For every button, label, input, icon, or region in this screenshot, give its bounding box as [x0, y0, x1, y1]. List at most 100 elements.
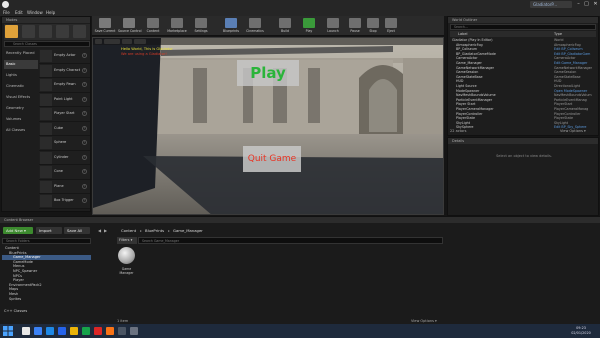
asset-tile[interactable]: Game Manager: [117, 247, 136, 277]
place-item-plane[interactable]: Plane?: [39, 179, 90, 194]
cpp-classes-folder[interactable]: C++ Classes: [4, 309, 27, 313]
help-icon[interactable]: ?: [82, 125, 87, 131]
place-item-cylinder[interactable]: Cylinder?: [39, 150, 90, 165]
perspective-button[interactable]: [104, 39, 120, 44]
cinematics-button[interactable]: Cinematics: [244, 17, 266, 35]
content-button[interactable]: Content: [142, 17, 164, 35]
place-item-empty-charact[interactable]: Empty Charact?: [39, 63, 90, 78]
landscape-mode-icon[interactable]: [39, 25, 52, 38]
taskbar-app-icon[interactable]: [70, 327, 78, 335]
category-all-classes[interactable]: All Classes: [4, 126, 38, 135]
content-browser-tab[interactable]: Content Browser: [0, 217, 600, 223]
outliner-search-input[interactable]: Search...: [450, 24, 596, 30]
play-button[interactable]: Play: [298, 17, 320, 35]
category-volumes[interactable]: Volumes: [4, 115, 38, 124]
path-game-manager[interactable]: Game_Manager: [173, 228, 203, 233]
help-icon[interactable]: ?: [82, 82, 87, 87]
eject-button[interactable]: Eject: [380, 17, 402, 35]
maximize-icon[interactable]: □: [582, 0, 591, 9]
windows-start-icon[interactable]: [3, 326, 13, 336]
foliage-mode-icon[interactable]: [56, 25, 69, 38]
viewport-options-button[interactable]: [95, 39, 102, 44]
taskbar-clock[interactable]: 09:23 02/01/2020: [566, 326, 596, 335]
details-tab[interactable]: Details: [448, 138, 598, 144]
modes-tab[interactable]: Modes: [2, 17, 90, 23]
folder-sprites[interactable]: Sprites: [2, 297, 91, 302]
taskbar-app-icon[interactable]: [34, 327, 42, 335]
filters-button[interactable]: Filters ▾: [117, 237, 137, 244]
close-icon[interactable]: ✕: [591, 0, 600, 9]
help-icon[interactable]: ?: [82, 169, 87, 174]
geometry-mode-icon[interactable]: [73, 25, 86, 38]
menu-edit[interactable]: Edit: [15, 10, 23, 15]
outliner-row-label: Gladiator (Play In Editor): [452, 38, 493, 42]
folder-search-input[interactable]: Search Folders: [2, 238, 91, 244]
place-item-empty-actor[interactable]: Empty Actor?: [39, 49, 90, 64]
help-icon[interactable]: ?: [82, 53, 87, 58]
help-icon[interactable]: ?: [82, 198, 87, 203]
launch-button[interactable]: Launch: [322, 17, 344, 35]
add-new-button[interactable]: Add New ▾: [3, 227, 33, 234]
category-visual-effects[interactable]: Visual Effects: [4, 93, 38, 102]
show-button[interactable]: [134, 39, 146, 44]
help-icon[interactable]: ?: [82, 96, 87, 102]
place-item-cube[interactable]: Cube?: [39, 121, 90, 136]
category-basic[interactable]: Basic: [4, 60, 38, 69]
path-blueprints[interactable]: BluePrints: [145, 228, 164, 233]
outliner-view-options[interactable]: View Options ▾: [560, 129, 586, 133]
play-game-button[interactable]: Play: [237, 60, 299, 86]
settings-button[interactable]: Settings: [190, 17, 212, 35]
source-control-button[interactable]: Source Control: [118, 17, 141, 35]
project-name-tab[interactable]: GladiatorP...: [530, 1, 572, 8]
taskbar-app-icon[interactable]: [82, 327, 90, 335]
help-icon[interactable]: ?: [82, 67, 87, 73]
category-cinematic[interactable]: Cinematic: [4, 82, 38, 91]
cb-view-options[interactable]: View Options ▾: [411, 319, 437, 323]
help-icon[interactable]: ?: [82, 140, 87, 145]
taskbar-app-icon[interactable]: [58, 327, 66, 335]
unreal-logo-icon[interactable]: [2, 1, 9, 8]
category-lights[interactable]: Lights: [4, 71, 38, 80]
category-recently-placed[interactable]: Recently Placed: [4, 49, 38, 58]
place-item-cone[interactable]: Cone?: [39, 165, 90, 180]
back-icon[interactable]: ◀: [98, 228, 101, 233]
path-content[interactable]: Content: [121, 228, 136, 233]
world-outliner-tab[interactable]: World Outliner: [448, 17, 598, 23]
label-column-header[interactable]: Label: [458, 31, 467, 37]
taskbar-app-icon[interactable]: [22, 327, 30, 335]
place-item-label: Sphere: [54, 140, 67, 144]
taskbar-app-icon[interactable]: [94, 327, 102, 335]
forward-icon[interactable]: ▶: [104, 228, 107, 233]
lit-button[interactable]: [122, 39, 132, 44]
taskbar-app-icon[interactable]: [130, 327, 138, 335]
help-icon[interactable]: ?: [82, 154, 87, 160]
save-all-button[interactable]: Save All: [64, 227, 90, 234]
asset-search-input[interactable]: Search Game_Manager: [138, 237, 443, 244]
build-button[interactable]: Build: [274, 17, 296, 35]
taskbar-app-icon[interactable]: [118, 327, 126, 335]
type-column-header[interactable]: Type: [554, 31, 562, 37]
place-mode-icon[interactable]: [5, 25, 18, 38]
menu-window[interactable]: Window: [27, 10, 43, 15]
menu-help[interactable]: Help: [46, 10, 55, 15]
menu-file[interactable]: File: [3, 10, 10, 15]
taskbar-app-icon[interactable]: [46, 327, 54, 335]
category-geometry[interactable]: Geometry: [4, 104, 38, 113]
marketplace-button[interactable]: Marketplace: [166, 17, 188, 35]
quit-game-button[interactable]: Quit Game: [243, 146, 301, 172]
place-item-point-light[interactable]: Point Light?: [39, 92, 90, 107]
paint-mode-icon[interactable]: [22, 25, 35, 38]
blueprints-button[interactable]: Blueprints: [220, 17, 242, 35]
place-item-empty-pawn[interactable]: Empty Pawn?: [39, 78, 90, 93]
place-item-player-start[interactable]: Player Start?: [39, 107, 90, 122]
help-icon[interactable]: ?: [82, 111, 87, 116]
level-viewport[interactable]: Hello World, This is Gladiator We are us…: [92, 37, 444, 215]
import-button[interactable]: Import: [36, 227, 62, 234]
modes-search-input[interactable]: Search Classes: [4, 41, 90, 47]
help-icon[interactable]: ?: [82, 183, 87, 189]
place-item-label: Point Light: [54, 96, 73, 101]
save-current-button[interactable]: Save Current: [94, 17, 116, 35]
place-item-sphere[interactable]: Sphere?: [39, 136, 90, 151]
taskbar-app-icon[interactable]: [106, 327, 114, 335]
place-item-box-trigger[interactable]: Box Trigger?: [39, 194, 90, 209]
